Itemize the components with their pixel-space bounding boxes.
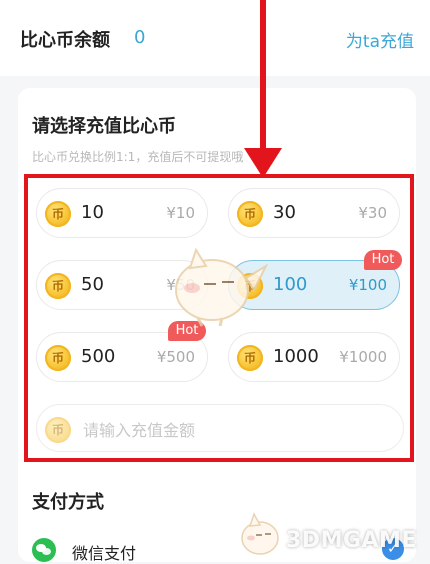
recharge-section-subtitle: 比心币兑换比例1:1，充值后不可提现哦 (32, 150, 244, 164)
payment-section-title: 支付方式 (32, 492, 104, 513)
watermark-text: 3DMGAME (286, 528, 417, 553)
wechat-icon (32, 538, 56, 562)
annotation-arrow (260, 0, 266, 162)
recharge-for-ta-link[interactable]: 为ta充值 (346, 27, 414, 52)
balance-label: 比心币余额 (20, 30, 110, 51)
balance-value: 0 (134, 27, 146, 48)
mascot-icon (175, 247, 269, 327)
annotation-arrow-head (244, 148, 282, 178)
watermark-mascot-icon (241, 512, 279, 555)
payment-method-wechat[interactable]: 微信支付 (72, 540, 136, 564)
balance-header: 比心币余额 0 为ta充值 (0, 0, 430, 76)
recharge-section-title: 请选择充值比心币 (32, 116, 176, 137)
